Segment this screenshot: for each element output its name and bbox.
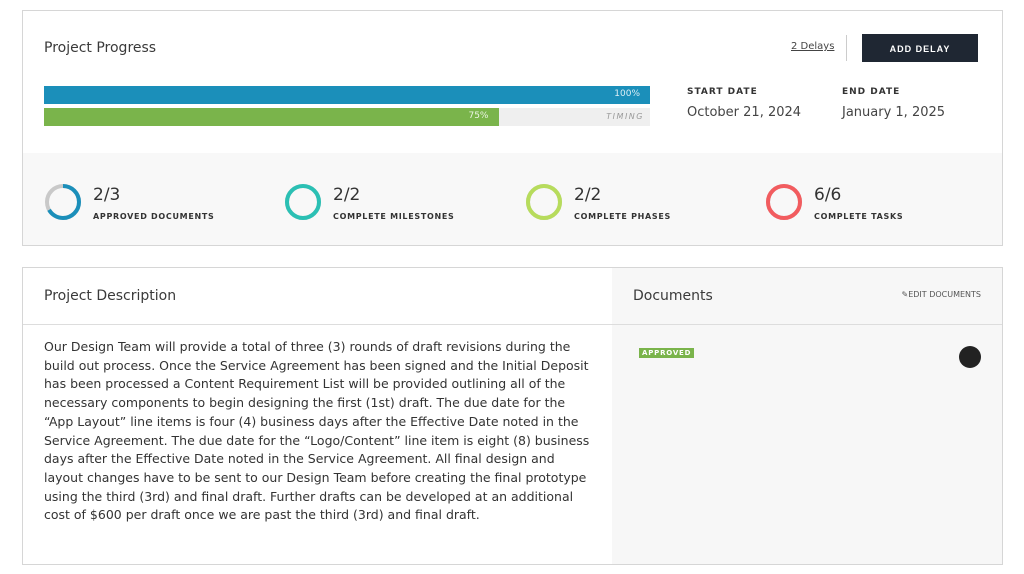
- stat-value: 2/3: [93, 185, 121, 205]
- project-description-title: Project Description: [44, 288, 177, 304]
- progress-ring-icon: [285, 184, 321, 220]
- delays-link[interactable]: 2 Delays: [791, 41, 834, 52]
- edit-documents-button[interactable]: ✎EDIT DOCUMENTS: [901, 290, 981, 299]
- project-progress-card: Project Progress 2 Delays ADD DELAY 100%…: [22, 10, 1003, 246]
- stat-label: APPROVED DOCUMENTS: [93, 212, 215, 221]
- description-header: Project Description: [23, 268, 612, 325]
- stats-band: 2/3 APPROVED DOCUMENTS 2/2 COMPLETE MILE…: [23, 153, 1002, 245]
- timing-bar: 75% TIMING: [44, 108, 650, 126]
- end-date-label: END DATE: [842, 87, 901, 97]
- start-date-value: October 21, 2024: [687, 105, 802, 120]
- progress-bar: 100%: [44, 86, 650, 104]
- timing-bar-percent: 75%: [468, 111, 489, 121]
- documents-panel: Documents ✎EDIT DOCUMENTS APPROVED: [612, 268, 1002, 564]
- edit-documents-label: EDIT DOCUMENTS: [908, 290, 981, 299]
- progress-bar-percent: 100%: [614, 89, 640, 99]
- documents-title: Documents: [633, 288, 713, 304]
- progress-ring-icon: [45, 184, 81, 220]
- documents-header: Documents ✎EDIT DOCUMENTS: [612, 268, 1002, 325]
- stat-value: 2/2: [333, 185, 361, 205]
- project-description-body: Our Design Team will provide a total of …: [44, 339, 590, 523]
- timing-bar-fill: 75%: [44, 108, 499, 126]
- header-divider: [846, 35, 847, 61]
- document-status-dot[interactable]: [959, 346, 981, 368]
- stat-label: COMPLETE TASKS: [814, 212, 904, 221]
- progress-ring-icon: [526, 184, 562, 220]
- timing-label: TIMING: [606, 112, 644, 121]
- end-date-value: January 1, 2025: [842, 105, 946, 120]
- progress-bar-fill: 100%: [44, 86, 650, 104]
- stat-label: COMPLETE PHASES: [574, 212, 672, 221]
- stat-label: COMPLETE MILESTONES: [333, 212, 455, 221]
- add-delay-button[interactable]: ADD DELAY: [862, 34, 978, 62]
- progress-ring-icon: [766, 184, 802, 220]
- start-date-label: START DATE: [687, 87, 758, 97]
- project-progress-title: Project Progress: [44, 40, 157, 56]
- project-description-card: Project Description Our Design Team will…: [22, 267, 1003, 565]
- status-badge: APPROVED: [639, 348, 695, 358]
- stat-value: 6/6: [814, 185, 842, 205]
- stat-value: 2/2: [574, 185, 602, 205]
